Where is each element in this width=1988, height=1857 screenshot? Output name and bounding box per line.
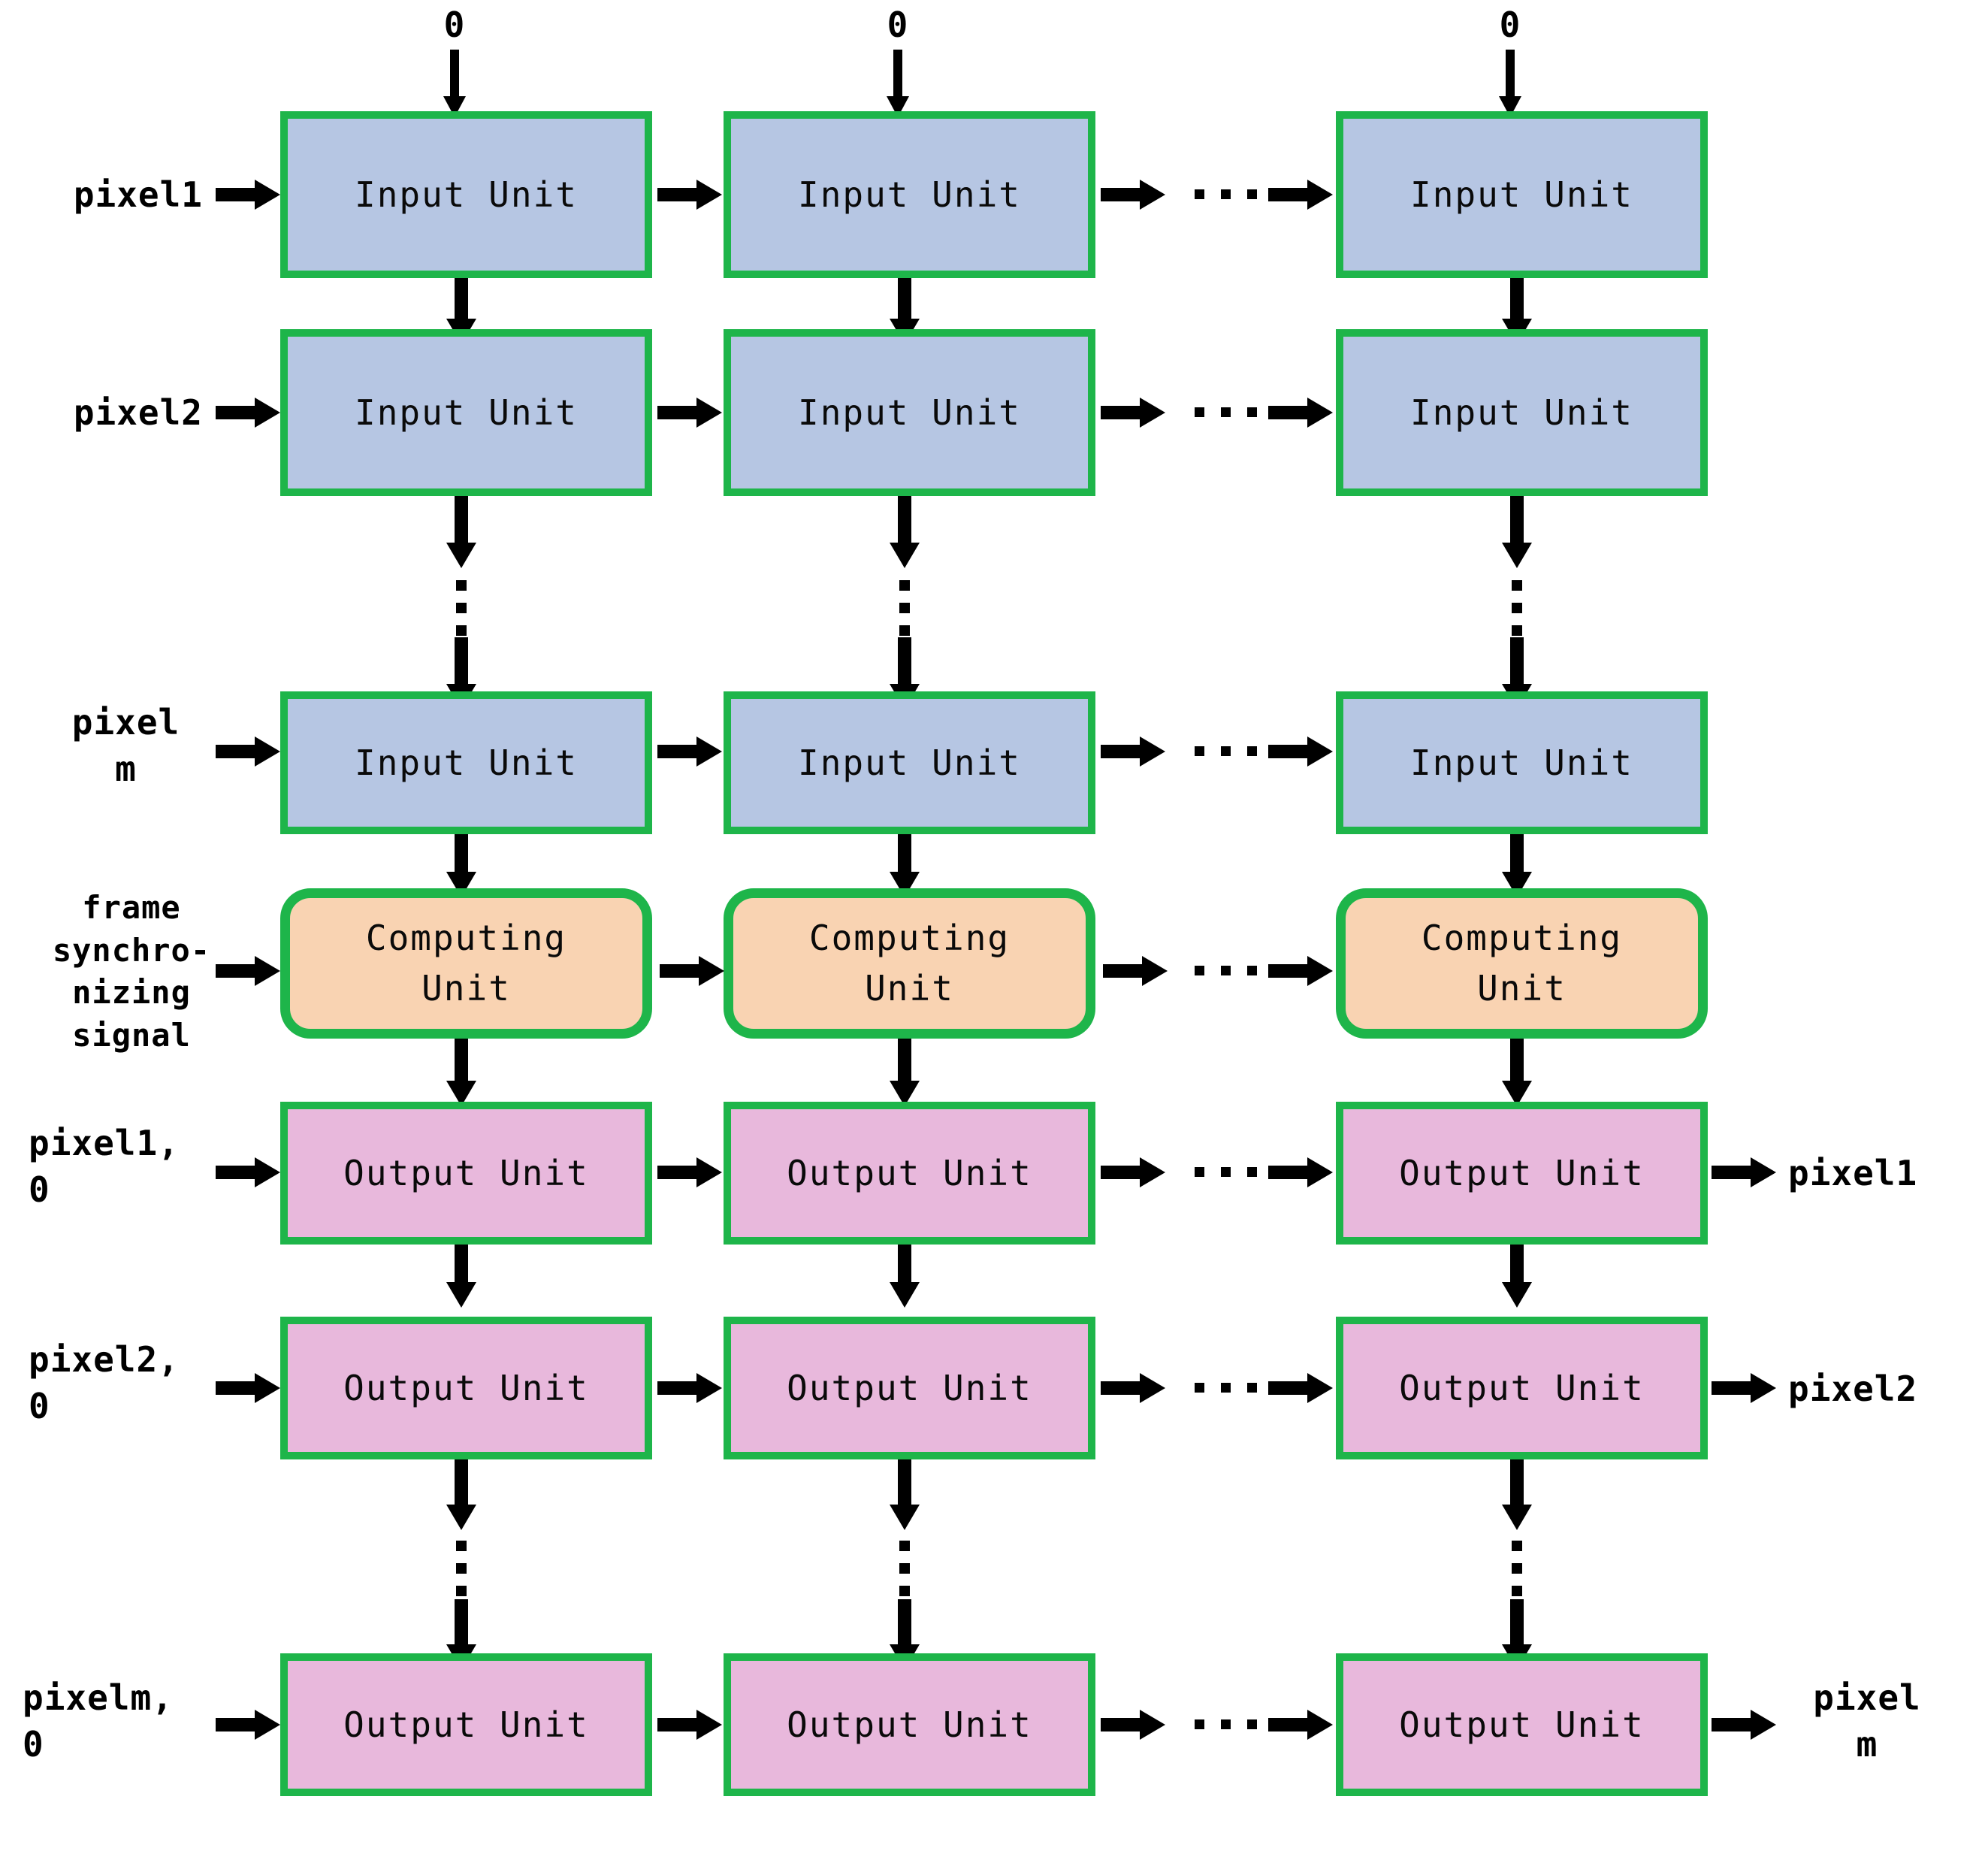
ellipsis-v-output-c2	[899, 1541, 910, 1596]
ellipsis-v-output-c3	[1512, 1541, 1522, 1596]
unit-computing-c3[interactable]: Computing Unit	[1336, 888, 1708, 1039]
left-label-out-pixel2: pixel2, 0	[29, 1339, 180, 1427]
unit-output-r2-c3[interactable]: Output Unit	[1336, 1317, 1708, 1459]
ellipsis-v-input-c1	[456, 580, 467, 636]
right-label-pixel1: pixel1	[1788, 1153, 1918, 1193]
ellipsis-h-out-r2	[1195, 1383, 1257, 1393]
left-label-out-pixel1: pixel1, 0	[29, 1123, 180, 1211]
ellipsis-h-compute	[1195, 966, 1257, 975]
unit-output-r2-c2[interactable]: Output Unit	[724, 1317, 1095, 1459]
ellipsis-h-r3	[1195, 746, 1257, 756]
ellipsis-v-input-c2	[899, 580, 910, 636]
ellipsis-h-r1	[1195, 189, 1257, 199]
ellipsis-v-input-c3	[1512, 580, 1522, 636]
unit-input-r2-c2[interactable]: Input Unit	[724, 329, 1095, 496]
ellipsis-v-output-c1	[456, 1541, 467, 1596]
unit-output-r1-c1[interactable]: Output Unit	[280, 1102, 652, 1245]
top-input-label-col3: 0	[1499, 5, 1521, 45]
unit-input-r3-c2[interactable]: Input Unit	[724, 691, 1095, 834]
diagram-canvas: 0 0 0 Input Unit Input Unit Input Unit p…	[0, 0, 1988, 1857]
unit-output-rm-c3[interactable]: Output Unit	[1336, 1653, 1708, 1796]
unit-input-r3-c3[interactable]: Input Unit	[1336, 691, 1708, 834]
left-label-out-pixelm: pixelm, 0	[23, 1677, 174, 1765]
right-label-pixel2: pixel2	[1788, 1369, 1918, 1409]
unit-input-r2-c3[interactable]: Input Unit	[1336, 329, 1708, 496]
unit-computing-c2[interactable]: Computing Unit	[724, 888, 1095, 1039]
ellipsis-h-r2	[1195, 407, 1257, 417]
top-input-label-col2: 0	[887, 5, 909, 45]
unit-input-r2-c1[interactable]: Input Unit	[280, 329, 652, 496]
left-label-pixelm: pixel m	[71, 702, 180, 790]
left-label-pixel2: pixel2	[73, 392, 203, 433]
top-input-label-col1: 0	[443, 5, 466, 45]
unit-input-r1-c1[interactable]: Input Unit	[280, 111, 652, 278]
left-label-frame-sync: frame synchro- nizing signal	[52, 889, 211, 1054]
unit-output-rm-c1[interactable]: Output Unit	[280, 1653, 652, 1796]
ellipsis-h-out-rm	[1195, 1719, 1257, 1729]
unit-output-r1-c2[interactable]: Output Unit	[724, 1102, 1095, 1245]
unit-output-rm-c2[interactable]: Output Unit	[724, 1653, 1095, 1796]
unit-computing-c1[interactable]: Computing Unit	[280, 888, 652, 1039]
unit-input-r1-c2[interactable]: Input Unit	[724, 111, 1095, 278]
unit-output-r1-c3[interactable]: Output Unit	[1336, 1102, 1708, 1245]
unit-input-r3-c1[interactable]: Input Unit	[280, 691, 652, 834]
left-label-pixel1: pixel1	[73, 174, 203, 215]
unit-output-r2-c1[interactable]: Output Unit	[280, 1317, 652, 1459]
right-label-pixelm: pixel m	[1813, 1677, 1921, 1765]
ellipsis-h-out-r1	[1195, 1167, 1257, 1177]
unit-input-r1-c3[interactable]: Input Unit	[1336, 111, 1708, 278]
